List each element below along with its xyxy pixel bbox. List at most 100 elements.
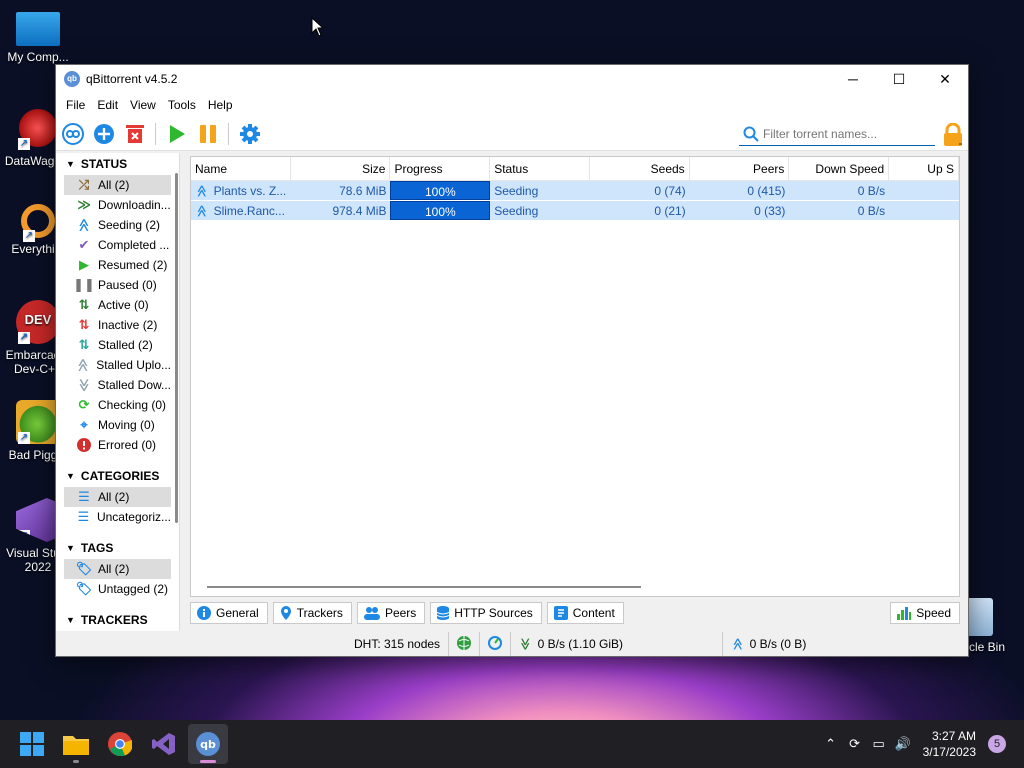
column-header-peers[interactable]: Peers (690, 157, 790, 180)
status-section-header[interactable]: ▼ STATUS (56, 153, 179, 175)
desktop-icon-my-computer[interactable]: My Comp... (0, 10, 76, 64)
cell-progress-bar: 100% (390, 181, 491, 200)
menu-file[interactable]: File (60, 98, 91, 112)
resume-button[interactable] (166, 123, 188, 145)
tab-trackers[interactable]: Trackers (272, 602, 352, 624)
notification-badge[interactable]: 5 (988, 735, 1006, 753)
cell-peers: 0 (33) (754, 204, 786, 218)
taskbar: qb ⌃ ⟳ ▭ 🔊 3:27 AM 3/17/2023 5 (0, 720, 1024, 768)
pause-icon: ❚❚ (73, 277, 95, 292)
tag-icon: 🏷 (75, 561, 93, 576)
column-header-down-speed[interactable]: Down Speed (789, 157, 890, 180)
taskbar-qbittorrent[interactable]: qb (188, 724, 228, 764)
column-header-status[interactable]: Status (490, 157, 590, 180)
status-filter-active[interactable]: ⇅ Active (0) (64, 295, 171, 315)
tag-filter-all[interactable]: 🏷 All (2) (64, 559, 171, 579)
magnifier-icon: ↗ (21, 204, 55, 242)
title-bar[interactable]: qb qBittorrent v4.5.2 ─ ☐ ✕ (56, 65, 968, 93)
column-header-name[interactable]: Name (191, 157, 291, 180)
column-header-progress[interactable]: Progress (390, 157, 491, 180)
status-filter-stalled-uploading[interactable]: ≫ Stalled Uplo... (64, 355, 171, 375)
clock[interactable]: 3:27 AM 3/17/2023 (923, 728, 976, 760)
search-icon (743, 126, 759, 142)
category-filter-all[interactable]: ☰ All (2) (64, 487, 171, 507)
cell-up-speed (889, 201, 959, 220)
connection-status-button[interactable] (449, 632, 481, 656)
status-filter-downloading[interactable]: ≫ Downloadin... (64, 195, 171, 215)
status-filter-inactive[interactable]: ⇅ Inactive (2) (64, 315, 171, 335)
menu-help[interactable]: Help (202, 98, 239, 112)
gear-icon (240, 123, 260, 144)
tab-http-sources[interactable]: HTTP Sources (430, 602, 542, 624)
tag-filter-untagged[interactable]: 🏷 Untagged (2) (64, 579, 171, 599)
alt-speed-button[interactable] (480, 632, 512, 656)
toolbar-separator (155, 122, 156, 145)
dht-nodes: DHT: 315 nodes (346, 632, 450, 656)
svg-text:qb: qb (200, 738, 216, 751)
status-filter-checking[interactable]: ⟳ Checking (0) (64, 395, 171, 415)
status-filter-moving[interactable]: ⌖ Moving (0) (64, 415, 171, 435)
maximize-button[interactable]: ☐ (876, 65, 922, 93)
database-icon (437, 606, 450, 620)
taskbar-chrome[interactable] (100, 724, 140, 764)
status-filter-stalled[interactable]: ⇅ Stalled (2) (64, 335, 171, 355)
chevron-up-icon[interactable]: ⌃ (819, 736, 843, 752)
tab-peers[interactable]: Peers (356, 602, 426, 624)
filter-torrents-field[interactable] (739, 122, 935, 146)
status-filter-all[interactable]: ⤮ All (2) (64, 175, 171, 195)
cell-up-speed (889, 181, 959, 200)
trackers-section-header[interactable]: ▼ TRACKERS (56, 609, 179, 631)
clock-date: 3/17/2023 (922, 745, 976, 759)
qbittorrent-logo-icon: qb (64, 71, 80, 87)
status-filter-paused[interactable]: ❚❚ Paused (0) (64, 275, 171, 295)
column-header-size[interactable]: Size (291, 157, 391, 180)
lock-ui-button[interactable] (942, 122, 964, 150)
download-speed-status[interactable]: ≫ 0 B/s (1.10 GiB) (511, 632, 724, 656)
delete-icon (126, 124, 144, 143)
mouse-cursor-icon (311, 17, 325, 37)
pause-button[interactable] (197, 123, 219, 145)
tab-speed[interactable]: Speed (890, 602, 960, 624)
taskbar-file-explorer[interactable] (56, 724, 96, 764)
category-filter-uncategorized[interactable]: ☰ Uncategoriz... (64, 507, 171, 527)
status-filter-stalled-downloading[interactable]: ≫ Stalled Dow... (64, 375, 171, 395)
tags-section-header[interactable]: ▼ TAGS (56, 537, 179, 559)
table-row[interactable]: ≫ Slime.Ranc... 978.4 MiB 100% Seeding 0 … (191, 201, 959, 221)
status-filter-errored[interactable]: Errored (0) (64, 435, 171, 455)
tab-general[interactable]: General (190, 602, 268, 624)
menu-edit[interactable]: Edit (91, 98, 124, 112)
filter-input[interactable] (763, 126, 933, 141)
start-button[interactable] (12, 724, 52, 764)
list-icon: ☰ (77, 509, 90, 524)
add-torrent-link-button[interactable] (62, 122, 84, 145)
link-icon (62, 122, 84, 145)
stalled-icon: ⇅ (78, 337, 90, 352)
cell-status: Seeding (494, 204, 539, 218)
upload-speed-status[interactable]: ≫ 0 B/s (0 B) (723, 632, 814, 656)
delete-torrent-button[interactable] (124, 123, 146, 145)
bar-chart-icon (897, 606, 912, 620)
menu-view[interactable]: View (124, 98, 162, 112)
volume-icon[interactable]: 🔊 (891, 736, 915, 752)
properties-tabs: General Trackers Peers HTTP Sources Cont… (190, 602, 960, 626)
taskbar-visual-studio[interactable] (144, 724, 184, 764)
status-filter-completed[interactable]: ✔ Completed ... (64, 235, 171, 255)
network-icon[interactable]: ▭ (867, 736, 891, 752)
menu-tools[interactable]: Tools (162, 98, 202, 112)
add-torrent-file-button[interactable] (93, 123, 115, 145)
window-title: qBittorrent v4.5.2 (86, 72, 178, 86)
close-button[interactable]: ✕ (922, 65, 968, 93)
table-horizontal-scrollbar[interactable] (207, 586, 641, 588)
categories-section-header[interactable]: ▼ CATEGORIES (56, 465, 179, 487)
options-button[interactable] (239, 123, 261, 145)
status-filter-seeding[interactable]: ≫ Seeding (2) (64, 215, 171, 235)
column-header-up-speed[interactable]: Up S (889, 157, 959, 180)
tab-content[interactable]: Content (546, 602, 624, 624)
sidebar-scrollbar[interactable] (175, 173, 178, 523)
column-header-seeds[interactable]: Seeds (590, 157, 690, 180)
minimize-button[interactable]: ─ (830, 65, 876, 93)
qbittorrent-logo-icon: qb (196, 732, 220, 756)
sync-icon[interactable]: ⟳ (843, 736, 867, 752)
table-row[interactable]: ≫ Plants vs. Z... 78.6 MiB 100% Seeding 0… (191, 181, 959, 201)
status-filter-resumed[interactable]: ▶ Resumed (2) (64, 255, 171, 275)
